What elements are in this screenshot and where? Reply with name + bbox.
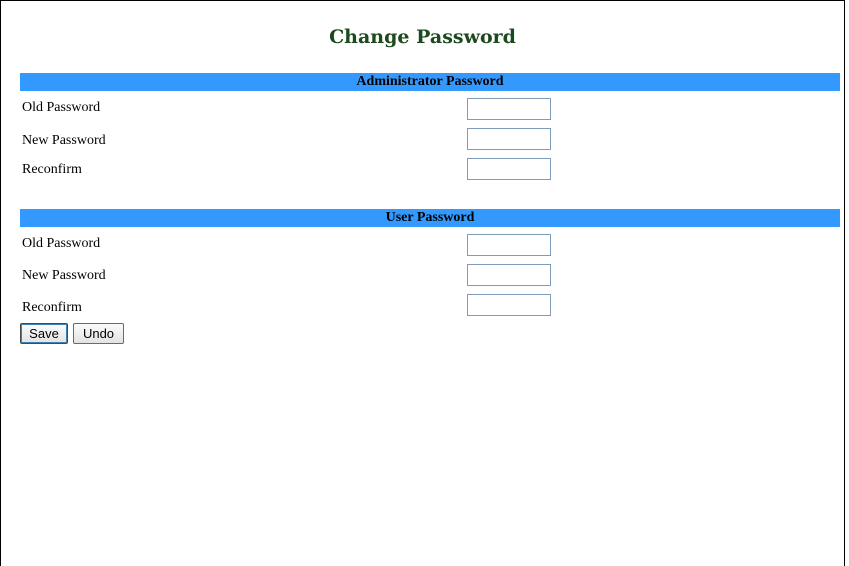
admin-reconfirm-input[interactable] (467, 158, 551, 180)
admin-reconfirm-label: Reconfirm (22, 162, 82, 177)
user-new-password-label: New Password (22, 268, 106, 283)
user-reconfirm-label: Reconfirm (22, 300, 82, 315)
undo-button[interactable]: Undo (73, 323, 124, 344)
content-frame: Change Password Administrator Password O… (0, 0, 845, 566)
user-old-password-input[interactable] (467, 234, 551, 256)
admin-new-password-input[interactable] (467, 128, 551, 150)
user-reconfirm-input[interactable] (467, 294, 551, 316)
user-new-password-input[interactable] (467, 264, 551, 286)
save-button[interactable]: Save (20, 323, 68, 344)
admin-old-password-input[interactable] (467, 98, 551, 120)
admin-new-password-label: New Password (22, 133, 106, 148)
admin-old-password-label: Old Password (22, 100, 101, 115)
user-old-password-label: Old Password (22, 236, 101, 251)
page-title: Change Password (329, 26, 516, 48)
user-password-heading: User Password (20, 209, 840, 227)
admin-password-heading: Administrator Password (20, 73, 840, 91)
